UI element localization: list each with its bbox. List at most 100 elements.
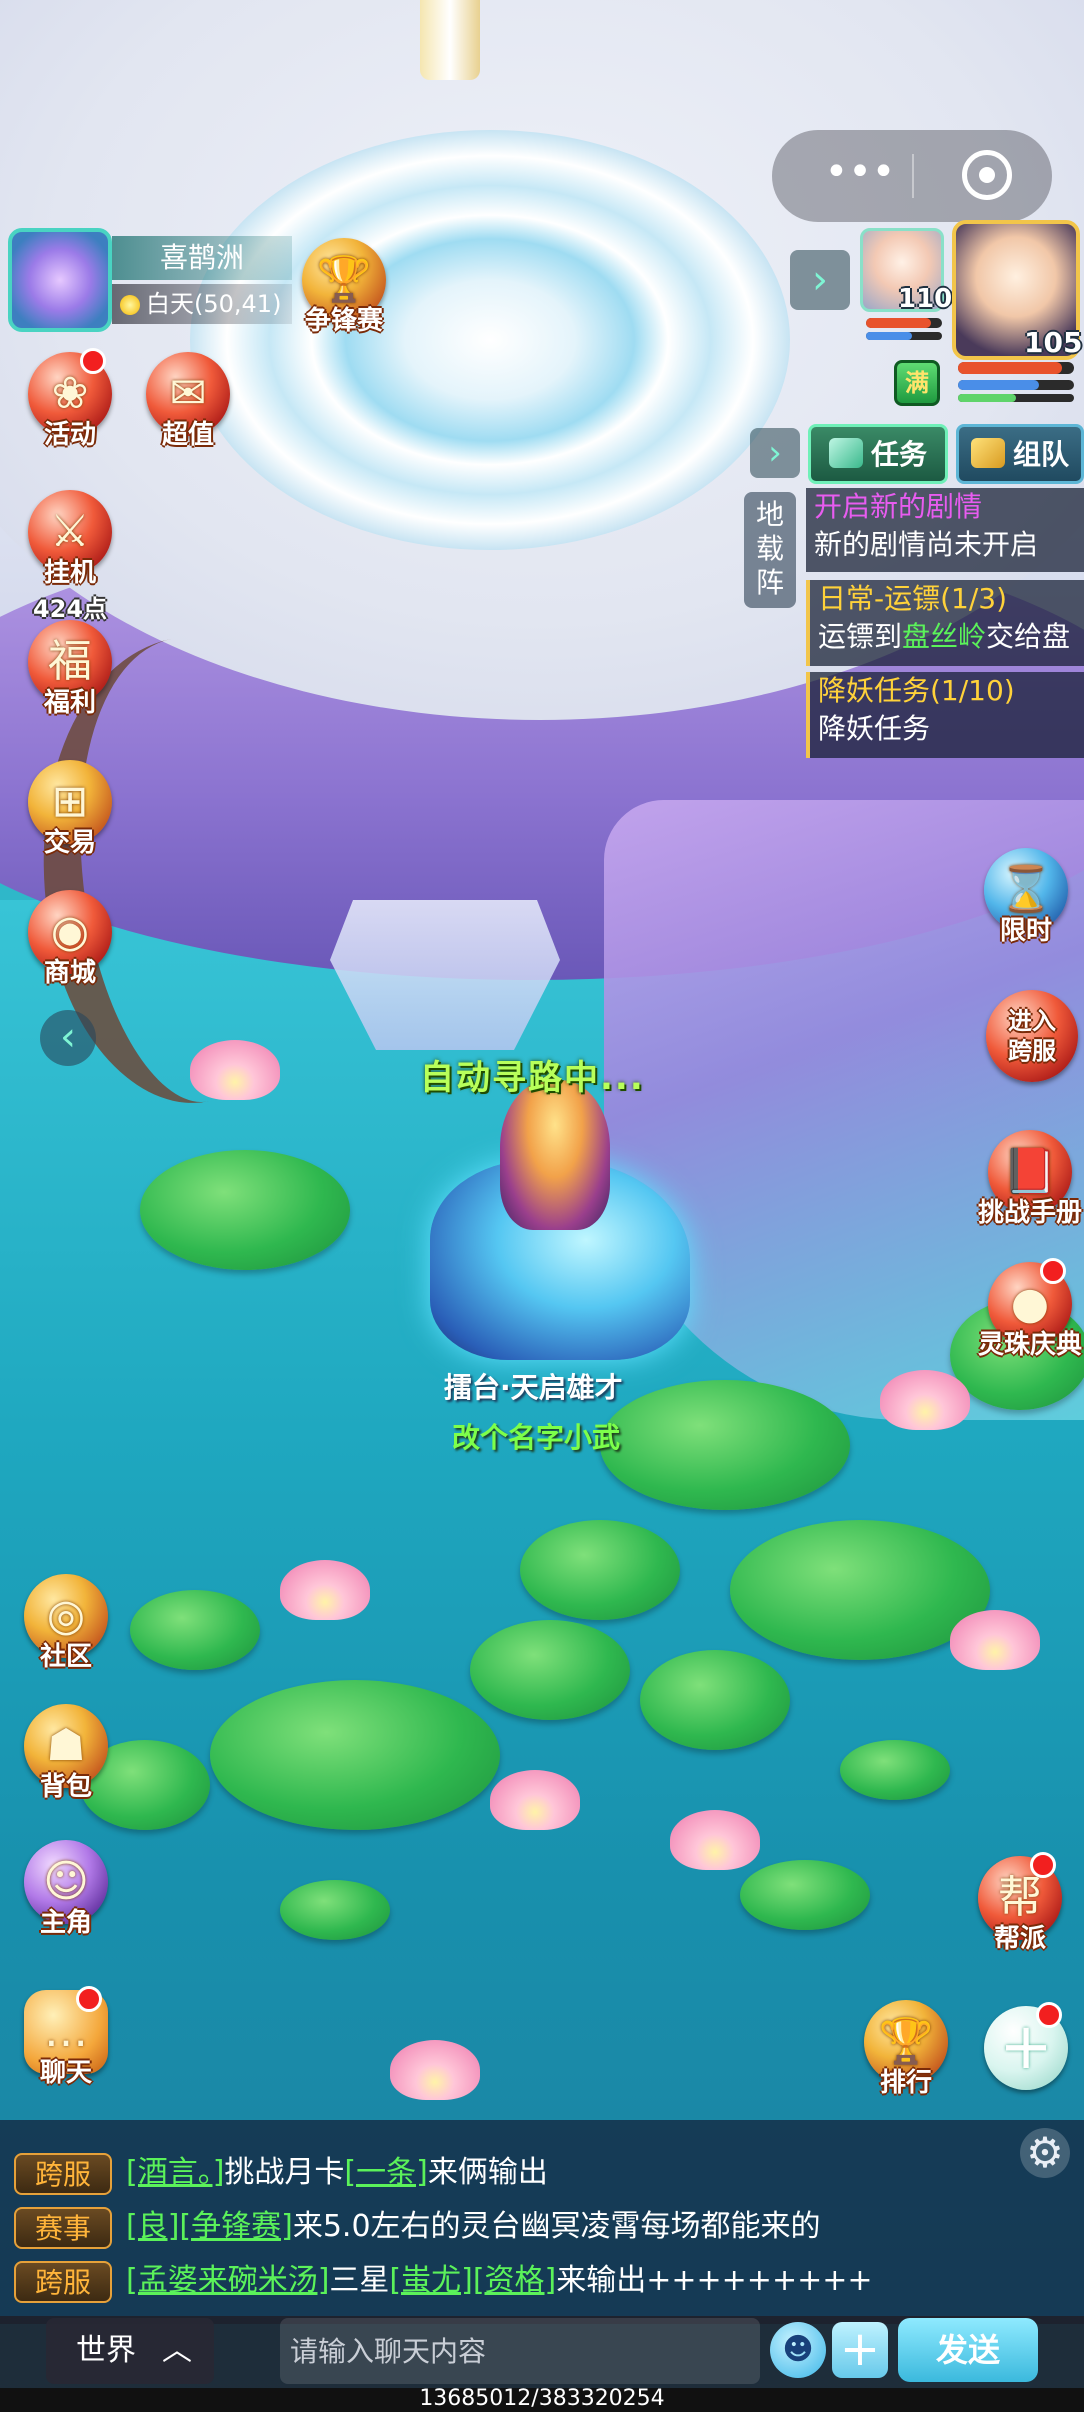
quest-title: 降妖任务(1/10) bbox=[818, 674, 1015, 707]
quest-item-story[interactable]: 开启新的剧情 新的剧情尚未开启 bbox=[806, 488, 1084, 572]
challenge-manual-label: 挑战手册 bbox=[977, 1198, 1082, 1228]
scene-pillar bbox=[420, 0, 480, 80]
trade-label: 交易 bbox=[43, 828, 96, 858]
limited-time-button[interactable]: ⌛ 限时 bbox=[976, 848, 1076, 947]
chat-label: 聊天 bbox=[39, 2058, 92, 2088]
chat-text: 来5.0左右的灵台幽冥凌霄每场都能来的 bbox=[292, 2209, 821, 2244]
lily-pad bbox=[520, 1520, 680, 1620]
lily-pad bbox=[740, 1860, 870, 1930]
ranking-button[interactable]: 🏆 排行 bbox=[856, 2000, 956, 2099]
arena-label: 争锋赛 bbox=[304, 306, 383, 336]
lily-pad bbox=[210, 1680, 500, 1830]
formation-char: 地 bbox=[755, 498, 784, 531]
recharge-button[interactable]: ✉ 超值 bbox=[138, 352, 238, 451]
bag-button[interactable]: ☗ 背包 bbox=[16, 1704, 116, 1803]
more-options-icon[interactable]: ••• bbox=[820, 152, 900, 194]
collapse-right-icon[interactable]: › bbox=[790, 250, 850, 310]
quest-title: 日常-运镖(1/3) bbox=[818, 582, 1008, 615]
minimap-thumbnail[interactable] bbox=[8, 228, 112, 332]
character-label: 主角 bbox=[39, 1908, 92, 1938]
close-target-icon[interactable] bbox=[962, 150, 1012, 200]
chat-link[interactable]: [蚩尤] bbox=[389, 2263, 472, 2298]
player-hp-bar bbox=[958, 362, 1074, 374]
lotus-flower bbox=[190, 1040, 280, 1100]
chat-text: 三星 bbox=[329, 2263, 390, 2298]
chat-link[interactable]: [争锋赛] bbox=[179, 2209, 292, 2244]
add-attachment-button[interactable]: + bbox=[832, 2322, 888, 2378]
chat-text: 来输出+++++++++ bbox=[556, 2263, 873, 2298]
send-button[interactable]: 发送 bbox=[898, 2318, 1038, 2382]
chat-channel-tag: 跨服 bbox=[14, 2152, 112, 2195]
guild-button[interactable]: 帮 帮派 bbox=[970, 1852, 1070, 1955]
player-mp-bar bbox=[958, 380, 1074, 390]
lily-pad bbox=[600, 1380, 850, 1510]
quest-item-demon[interactable]: 降妖任务(1/10) 降妖任务 bbox=[806, 672, 1084, 758]
cross-server-button[interactable]: 进入跨服 bbox=[982, 990, 1082, 1082]
welfare-label: 福利 bbox=[43, 688, 96, 718]
auto-pathing-status: 自动寻路中... bbox=[420, 1058, 645, 1098]
chat-input[interactable] bbox=[280, 2318, 760, 2384]
lily-pad bbox=[470, 1620, 630, 1720]
character-button[interactable]: ☺ 主角 bbox=[16, 1840, 116, 1939]
player-character[interactable] bbox=[430, 1080, 700, 1370]
welfare-button[interactable]: 福 福利 bbox=[20, 620, 120, 719]
gear-icon[interactable]: ⚙ bbox=[1020, 2128, 1070, 2178]
community-button[interactable]: ◎ 社区 bbox=[16, 1574, 116, 1673]
tab-task[interactable]: 任务 bbox=[808, 424, 948, 484]
notification-dot bbox=[1040, 1258, 1066, 1284]
shop-button[interactable]: ◉ 商城 bbox=[20, 890, 120, 989]
tab-team[interactable]: 组队 bbox=[956, 424, 1084, 484]
expand-plus-button[interactable]: + bbox=[976, 2002, 1076, 2090]
quest-item-escort[interactable]: 日常-运镖(1/3) 运镖到盘丝岭交给盘 bbox=[806, 580, 1084, 666]
quest-location-link[interactable]: 盘丝岭 bbox=[902, 620, 986, 653]
lily-pad bbox=[640, 1650, 790, 1750]
notification-dot bbox=[80, 348, 106, 374]
formation-button[interactable]: 地 载 阵 bbox=[744, 492, 796, 608]
pearl-festival-label: 灵珠庆典 bbox=[977, 1330, 1082, 1360]
chat-message[interactable]: 跨服 [孟婆来碗米汤]三星[蚩尤][资格]来输出+++++++++ bbox=[14, 2256, 873, 2306]
chat-text: 来俩输出 bbox=[427, 2155, 548, 2190]
scene-mandala-floor bbox=[190, 130, 790, 550]
map-name: 喜鹊洲 bbox=[112, 236, 292, 280]
pet-mp-bar bbox=[866, 332, 942, 340]
time-coords: 白天(50,41) bbox=[146, 290, 282, 318]
chat-sender[interactable]: [良] bbox=[126, 2209, 179, 2244]
challenge-manual-button[interactable]: 📕 挑战手册 bbox=[976, 1130, 1084, 1229]
lily-pad bbox=[130, 1590, 260, 1670]
full-status-tag[interactable]: 满 bbox=[894, 360, 940, 406]
quest-desc: 运镖到盘丝岭交给盘 bbox=[810, 618, 1084, 656]
trade-button[interactable]: ⊞ 交易 bbox=[20, 760, 120, 859]
emoji-icon[interactable]: ☻ bbox=[770, 2322, 826, 2378]
chat-link[interactable]: [资格] bbox=[473, 2263, 556, 2298]
quest-title: 开启新的剧情 bbox=[814, 490, 983, 523]
player-level: 105 bbox=[1024, 326, 1083, 359]
lotus-flower bbox=[390, 2040, 480, 2100]
capsule-divider bbox=[912, 154, 914, 198]
chat-message[interactable]: 跨服 [酒言。]挑战月卡[一条]来俩输出 bbox=[14, 2148, 548, 2198]
chat-channel-tag: 跨服 bbox=[14, 2260, 112, 2303]
chat-sender[interactable]: [酒言。] bbox=[126, 2155, 224, 2190]
quest-desc-text: 交给盘 bbox=[986, 620, 1071, 653]
collapse-left-icon[interactable]: ‹ bbox=[40, 1010, 96, 1066]
chat-message[interactable]: 赛事 [良][争锋赛]来5.0左右的灵台幽冥凌霄每场都能来的 bbox=[14, 2202, 821, 2252]
lily-pad bbox=[140, 1150, 350, 1270]
minimap-widget[interactable]: 喜鹊洲 白天(50,41) bbox=[8, 228, 298, 332]
limited-time-label: 限时 bbox=[999, 916, 1052, 946]
tab-task-label: 任务 bbox=[870, 438, 927, 471]
scroll-icon bbox=[828, 438, 863, 468]
lotus-flower bbox=[880, 1370, 970, 1430]
lily-pad bbox=[840, 1740, 950, 1800]
chat-link[interactable]: [一条] bbox=[344, 2155, 427, 2190]
quest-collapse-icon[interactable]: › bbox=[750, 428, 800, 478]
idle-button[interactable]: ⚔ 挂机 424点 bbox=[20, 490, 120, 624]
pearl-festival-button[interactable]: ● 灵珠庆典 bbox=[976, 1258, 1084, 1361]
arena-button[interactable]: 🏆 争锋赛 bbox=[294, 238, 394, 337]
formation-char: 阵 bbox=[755, 566, 784, 599]
chat-button[interactable]: … 聊天 bbox=[16, 1986, 116, 2089]
lotus-flower bbox=[670, 1810, 760, 1870]
map-time-status: 白天(50,41) bbox=[112, 284, 292, 324]
character-name: 改个名字小武 bbox=[452, 1421, 621, 1454]
chat-sender[interactable]: [孟婆来碗米汤] bbox=[126, 2263, 329, 2298]
channel-select[interactable]: 世界 ︿ bbox=[46, 2318, 214, 2384]
activity-button[interactable]: ❀ 活动 bbox=[20, 348, 120, 451]
